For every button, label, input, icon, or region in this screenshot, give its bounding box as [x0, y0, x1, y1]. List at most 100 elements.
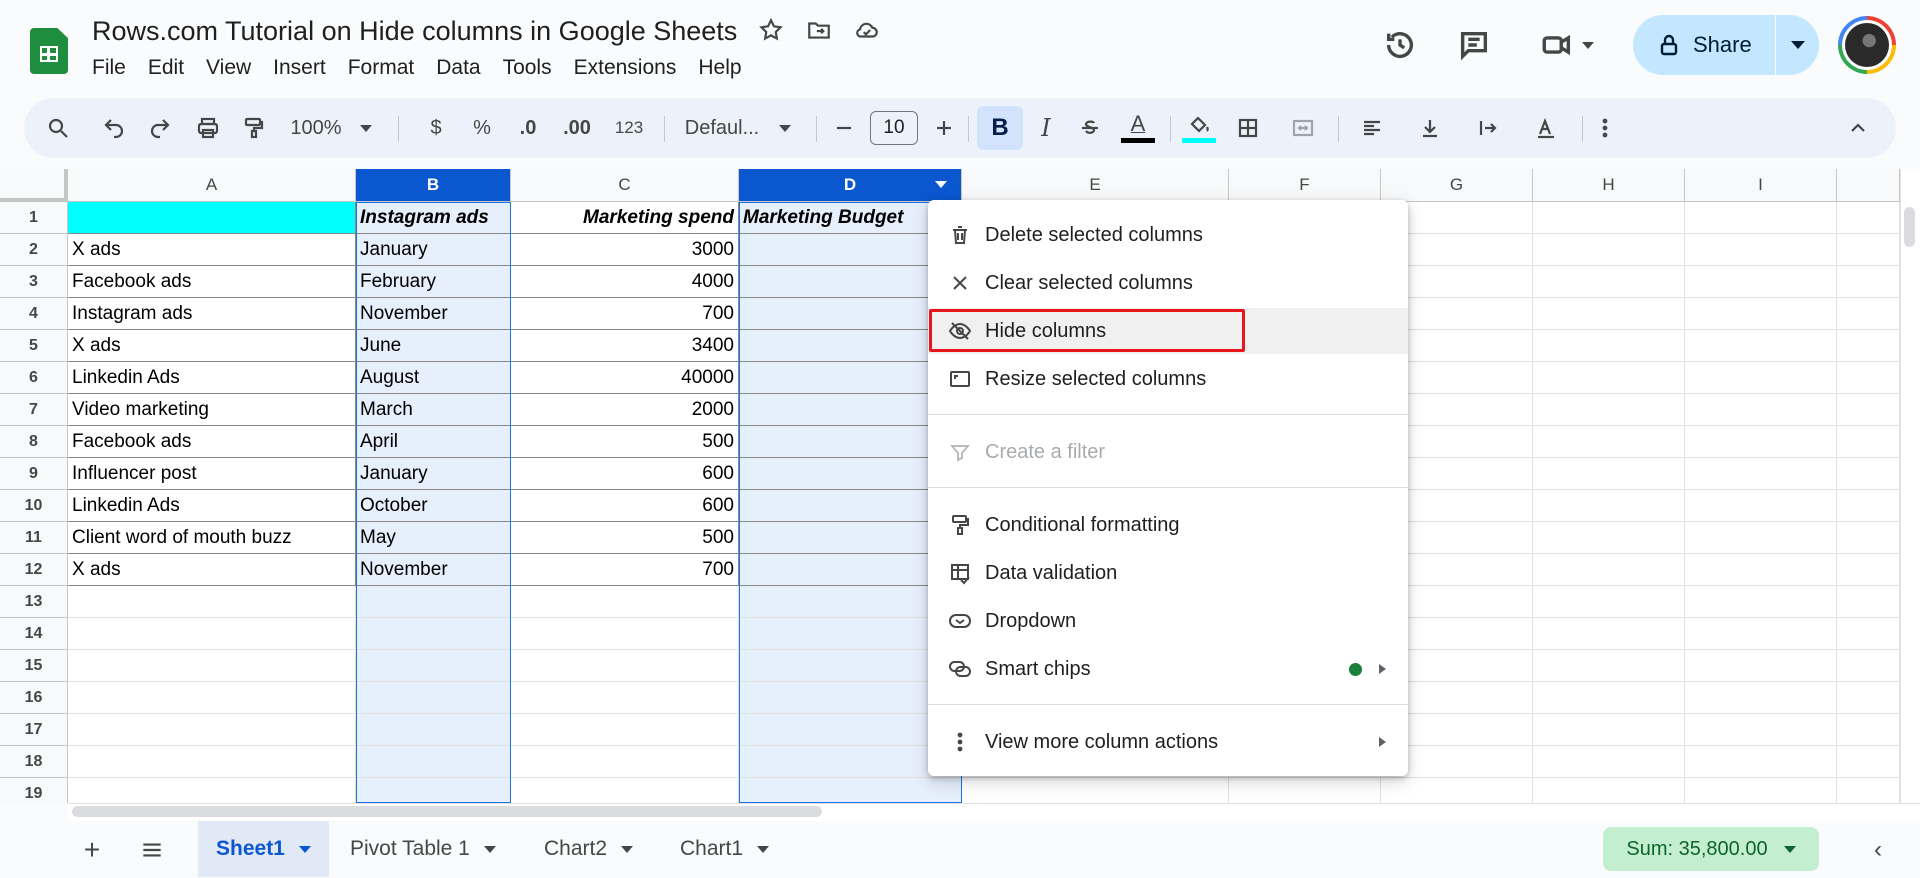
zoom-select[interactable]: 100% [286, 98, 376, 158]
row-header[interactable]: 12 [0, 554, 68, 586]
grid-cell[interactable] [1685, 426, 1837, 458]
grid-cell[interactable] [1533, 586, 1685, 618]
decrease-font-size-icon[interactable] [828, 98, 860, 158]
column-header-d[interactable]: D [739, 169, 962, 202]
row-header[interactable]: 2 [0, 234, 68, 266]
italic-button[interactable]: I [1028, 98, 1064, 158]
font-select[interactable]: Defaul... [670, 98, 806, 158]
grid-cell[interactable] [739, 778, 962, 803]
comments-icon[interactable] [1452, 23, 1496, 67]
grid-cell[interactable]: November [356, 298, 511, 330]
menu-view[interactable]: View [195, 56, 262, 80]
strikethrough-icon[interactable] [1072, 98, 1108, 158]
grid-cell[interactable]: 40000 [511, 362, 739, 394]
grid-cell[interactable] [1533, 554, 1685, 586]
row-header[interactable]: 17 [0, 714, 68, 746]
grid-cell[interactable] [1533, 458, 1685, 490]
chevron-down-icon[interactable] [621, 845, 634, 853]
grid-cell[interactable]: Video marketing [68, 394, 356, 426]
grid-cell[interactable]: April [356, 426, 511, 458]
column-header-g[interactable]: G [1381, 169, 1533, 202]
chevron-down-icon[interactable] [483, 845, 496, 853]
grid-cell[interactable]: January [356, 234, 511, 266]
grid-cell[interactable] [1533, 778, 1685, 803]
grid-cell[interactable] [356, 618, 511, 650]
grid-cell[interactable] [1837, 778, 1900, 803]
menu-conditional-formatting[interactable]: Conditional formatting [928, 502, 1408, 548]
grid-cell[interactable] [68, 682, 356, 714]
grid-cell[interactable]: Instagram ads [68, 298, 356, 330]
increase-font-size-icon[interactable] [928, 98, 960, 158]
print-icon[interactable] [190, 98, 226, 158]
grid-cell[interactable] [1533, 330, 1685, 362]
menu-help[interactable]: Help [687, 56, 752, 80]
grid-cell[interactable]: X ads [68, 554, 356, 586]
text-color-button[interactable]: A [1118, 98, 1158, 158]
vertical-align-icon[interactable] [1404, 98, 1456, 158]
grid-cell[interactable] [68, 714, 356, 746]
menu-edit[interactable]: Edit [137, 56, 195, 80]
share-button[interactable]: Share [1633, 15, 1775, 75]
grid-cell[interactable] [1837, 746, 1900, 778]
font-size-input[interactable]: 10 [868, 98, 920, 158]
menu-clear-selected-columns[interactable]: Clear selected columns [928, 260, 1408, 306]
grid-cell[interactable]: 700 [511, 298, 739, 330]
grid-cell[interactable] [511, 778, 739, 803]
column-header-b[interactable]: B [356, 169, 511, 202]
grid-cell[interactable]: 4000 [511, 266, 739, 298]
grid-cell[interactable] [1533, 714, 1685, 746]
sheets-logo-icon[interactable] [30, 28, 68, 74]
column-menu-chevron-icon[interactable] [935, 181, 947, 188]
grid-cell[interactable] [1685, 618, 1837, 650]
all-sheets-menu-icon[interactable] [132, 821, 172, 878]
grid-cell[interactable] [1685, 266, 1837, 298]
row-header[interactable]: 9 [0, 458, 68, 490]
menu-file[interactable]: File [92, 56, 137, 80]
fill-color-button[interactable] [1178, 98, 1220, 158]
grid-cell[interactable] [68, 778, 356, 803]
grid-cell[interactable]: 3400 [511, 330, 739, 362]
version-history-icon[interactable] [1378, 23, 1422, 67]
grid-cell[interactable] [356, 778, 511, 803]
grid-cell[interactable] [1837, 202, 1900, 234]
percent-format-button[interactable]: % [464, 98, 500, 158]
grid-cell[interactable] [356, 746, 511, 778]
grid-cell[interactable] [356, 714, 511, 746]
increase-decimal-button[interactable]: .00 [554, 98, 600, 158]
grid-cell[interactable] [1837, 234, 1900, 266]
grid-cell[interactable] [1533, 426, 1685, 458]
menu-format[interactable]: Format [337, 56, 426, 80]
grid-cell[interactable] [1837, 586, 1900, 618]
grid-cell[interactable]: February [356, 266, 511, 298]
grid-cell[interactable] [1837, 394, 1900, 426]
grid-cell[interactable] [1229, 778, 1381, 803]
undo-icon[interactable] [96, 98, 132, 158]
share-options-button[interactable] [1776, 41, 1819, 49]
vertical-scroll-thumb[interactable] [1904, 207, 1915, 247]
column-header-c[interactable]: C [511, 169, 739, 202]
grid-cell[interactable] [1837, 490, 1900, 522]
select-all-corner[interactable] [0, 169, 68, 202]
grid-cell[interactable]: May [356, 522, 511, 554]
row-header[interactable]: 14 [0, 618, 68, 650]
grid-cell[interactable]: Facebook ads [68, 426, 356, 458]
redo-icon[interactable] [142, 98, 178, 158]
row-header[interactable]: 15 [0, 650, 68, 682]
grid-cell[interactable]: X ads [68, 234, 356, 266]
grid-cell[interactable] [1533, 682, 1685, 714]
grid-cell[interactable] [1685, 586, 1837, 618]
grid-cell[interactable] [1685, 778, 1837, 803]
row-header[interactable]: 18 [0, 746, 68, 778]
avatar[interactable] [1838, 16, 1896, 74]
sheet-tab-chart1[interactable]: Chart1 [662, 821, 787, 877]
menu-smart-chips[interactable]: Smart chips [928, 646, 1408, 692]
grid-cell[interactable] [1837, 298, 1900, 330]
grid-cell[interactable] [1533, 266, 1685, 298]
column-header-e[interactable]: E [962, 169, 1229, 202]
text-wrapping-icon[interactable] [1462, 98, 1514, 158]
grid-cell[interactable]: November [356, 554, 511, 586]
grid-cell[interactable] [1837, 266, 1900, 298]
grid-cell[interactable] [1533, 234, 1685, 266]
grid-cell[interactable] [1837, 330, 1900, 362]
grid-cell[interactable]: January [356, 458, 511, 490]
